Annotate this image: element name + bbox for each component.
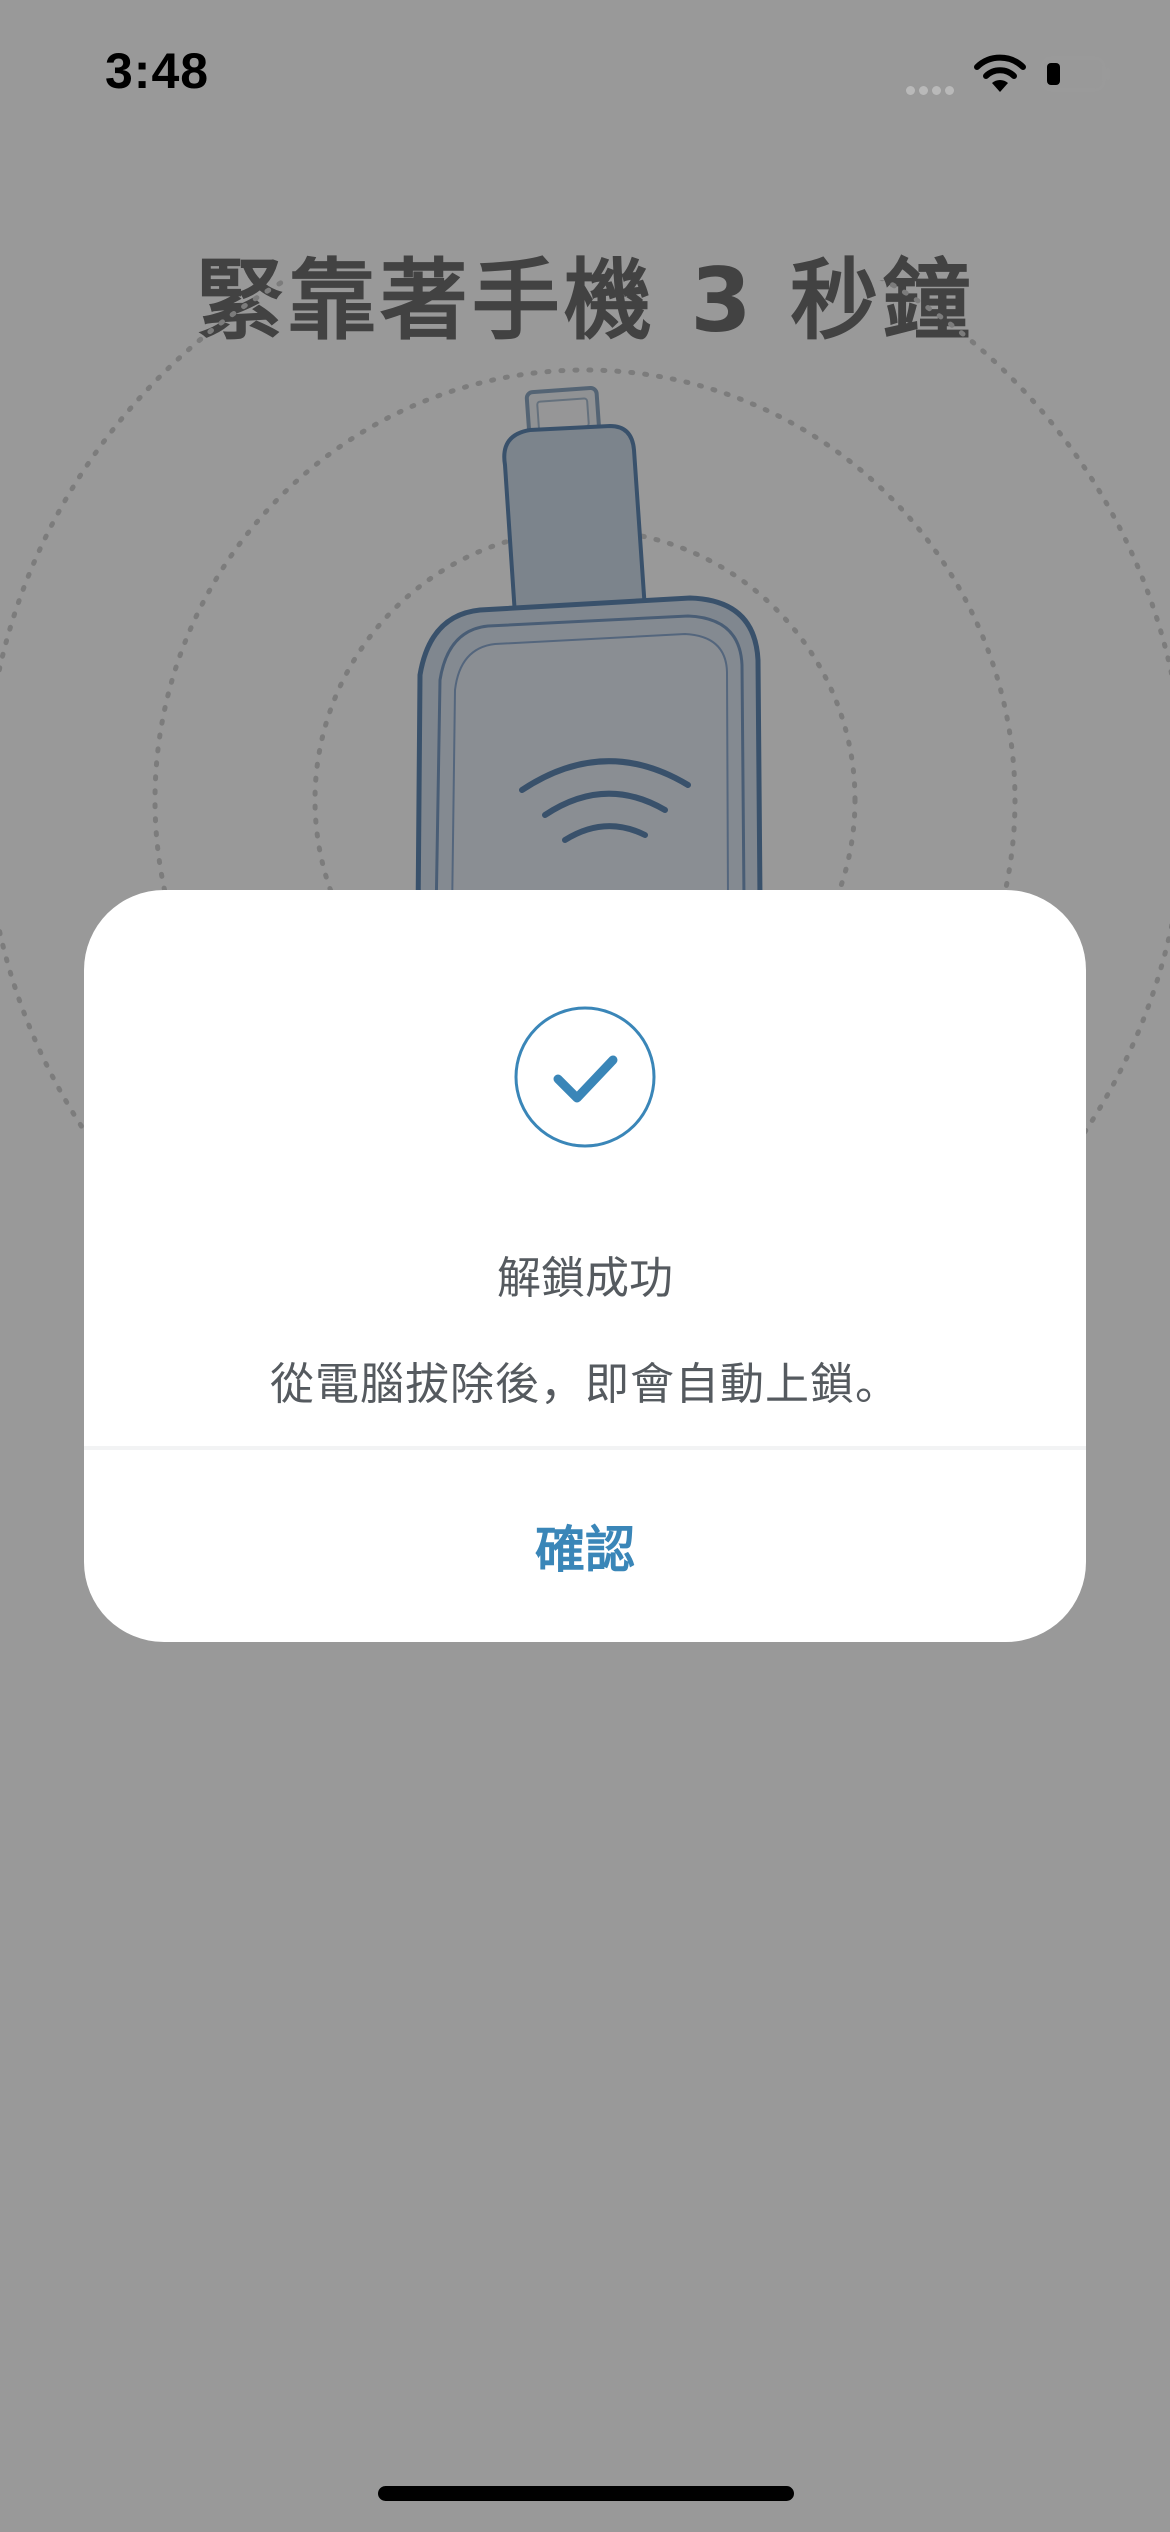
wifi-icon <box>972 52 1028 94</box>
status-bar: 3:48 <box>0 0 1170 150</box>
unlock-success-dialog: 解鎖成功 從電腦拔除後，即會自動上鎖。 確認 <box>84 890 1086 1642</box>
status-time: 3:48 <box>105 43 210 99</box>
dialog-title: 解鎖成功 <box>497 1253 673 1304</box>
confirm-button[interactable]: 確認 <box>84 1450 1086 1642</box>
signal-icon <box>906 80 958 95</box>
checkmark-circle-icon <box>514 1006 656 1148</box>
battery-icon <box>1040 56 1112 92</box>
home-indicator[interactable] <box>378 2486 794 2501</box>
dialog-message: 從電腦拔除後，即會自動上鎖。 <box>270 1359 900 1410</box>
unlock-screen: 3:48 緊靠著手機 3 秒鐘 解鎖成功 從電腦拔除後，即會自動上鎖。 確認 <box>0 0 1170 2532</box>
